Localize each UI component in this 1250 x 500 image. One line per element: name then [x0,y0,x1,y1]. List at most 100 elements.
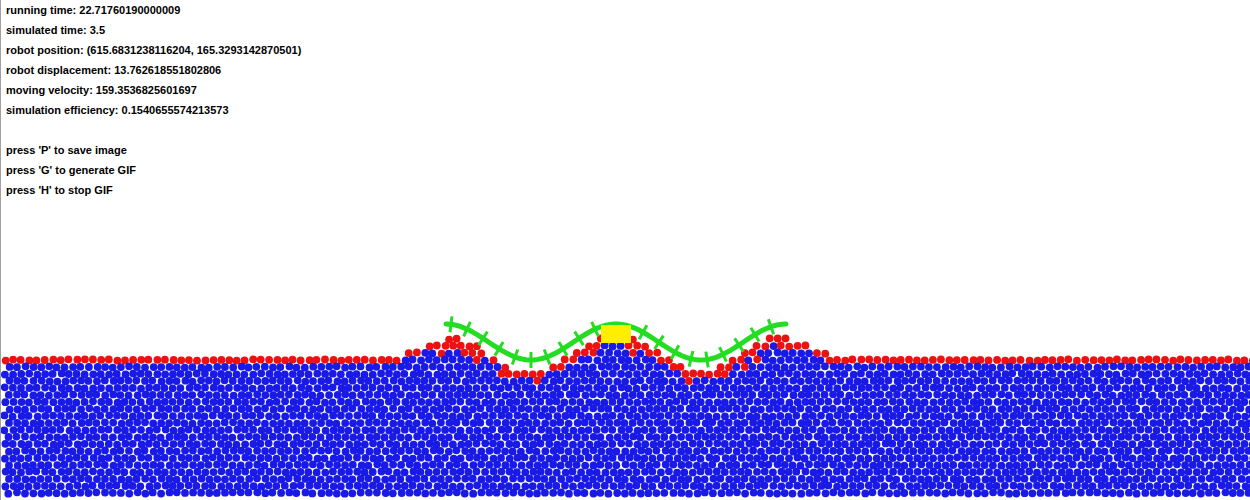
sand-particle [954,399,962,407]
sand-particle [1069,433,1077,441]
sand-particle [766,334,774,342]
sand-particle [686,405,694,413]
sand-particle [541,392,549,400]
sand-particle [753,384,761,392]
sand-particle [144,412,152,420]
sand-particle [465,356,473,364]
sand-particle [822,405,830,413]
sand-particle [438,391,446,399]
sand-particle [17,426,25,434]
sand-particle [238,363,246,371]
sand-particle [113,412,121,420]
sand-particle [442,342,450,350]
sand-particle [597,390,605,398]
sand-particle [245,391,253,399]
sand-particle [166,363,174,371]
sand-particle [257,356,265,364]
sand-particle [1001,412,1009,420]
sand-particle [1229,419,1237,427]
sand-particle [933,391,941,399]
sand-particle [1069,363,1077,371]
sand-particle [953,370,961,378]
sand-particle [877,363,885,371]
sand-particle [1033,370,1041,378]
sand-particle [1008,369,1016,377]
sand-particle [369,426,377,434]
sand-particle [641,398,649,406]
sand-particle [260,433,268,441]
sand-particle [149,404,157,412]
sand-particle [81,355,89,363]
sand-particle [446,419,454,427]
sand-particle [201,440,209,448]
sand-particle [401,426,409,434]
sand-particle [774,349,782,357]
sand-particle [141,433,149,441]
sand-particle [486,418,494,426]
sand-particle [77,377,85,385]
sand-particle [125,433,133,441]
sand-particle [681,384,689,392]
sand-particle [41,440,49,448]
sand-particle [1085,377,1093,385]
sand-particle [733,433,741,441]
sand-particle [481,412,489,420]
sand-particle [209,412,217,420]
sand-particle [741,363,749,371]
sand-particle [1049,370,1057,378]
sand-particle [253,391,261,399]
sand-particle [148,377,156,385]
sand-particle [402,384,410,392]
sand-particle [994,398,1002,406]
sand-particle [785,356,793,364]
sand-particle [13,363,21,371]
sand-particle [754,398,762,406]
sand-particle [1033,426,1041,434]
sand-particle [374,391,382,399]
sand-particle [1117,362,1125,370]
sand-particle [1218,384,1226,392]
sand-particle [1109,405,1117,413]
sand-particle [96,440,104,448]
sand-particle [273,412,281,420]
sand-particle [709,433,717,441]
sand-particle [1117,376,1125,384]
sand-particle [417,370,425,378]
sand-particle [817,398,825,406]
sand-particle [725,391,733,399]
sand-particle [137,370,145,378]
sand-particle [385,356,393,364]
sand-particle [681,426,689,434]
sand-particle [304,440,312,448]
sand-particle [265,356,273,364]
sand-particle [489,398,497,406]
sand-particle [74,412,82,420]
sand-particle [649,384,657,392]
sand-particle [453,419,461,427]
sand-particle [614,349,622,357]
sand-particle [1241,413,1249,421]
sand-particle [612,363,620,371]
sand-particle [672,397,680,405]
sand-particle [489,370,497,378]
sand-particle [281,397,289,405]
sand-particle [709,378,717,386]
sand-particle [269,391,277,399]
sand-particle [614,405,622,413]
sand-particle [725,364,733,372]
sand-particle [669,405,677,413]
sand-particle [81,440,89,448]
sand-particle [421,433,429,441]
sand-particle [421,390,429,398]
sand-particle [1090,370,1098,378]
sand-particle [840,426,848,434]
sand-particle [173,405,181,413]
sand-particle [776,412,784,420]
sand-particle [1,427,8,435]
sand-particle [405,362,413,370]
sand-particle [229,377,237,385]
sand-particle [69,363,77,371]
sand-particle [249,398,257,406]
sand-particle [608,426,616,434]
sand-particle [578,356,586,364]
